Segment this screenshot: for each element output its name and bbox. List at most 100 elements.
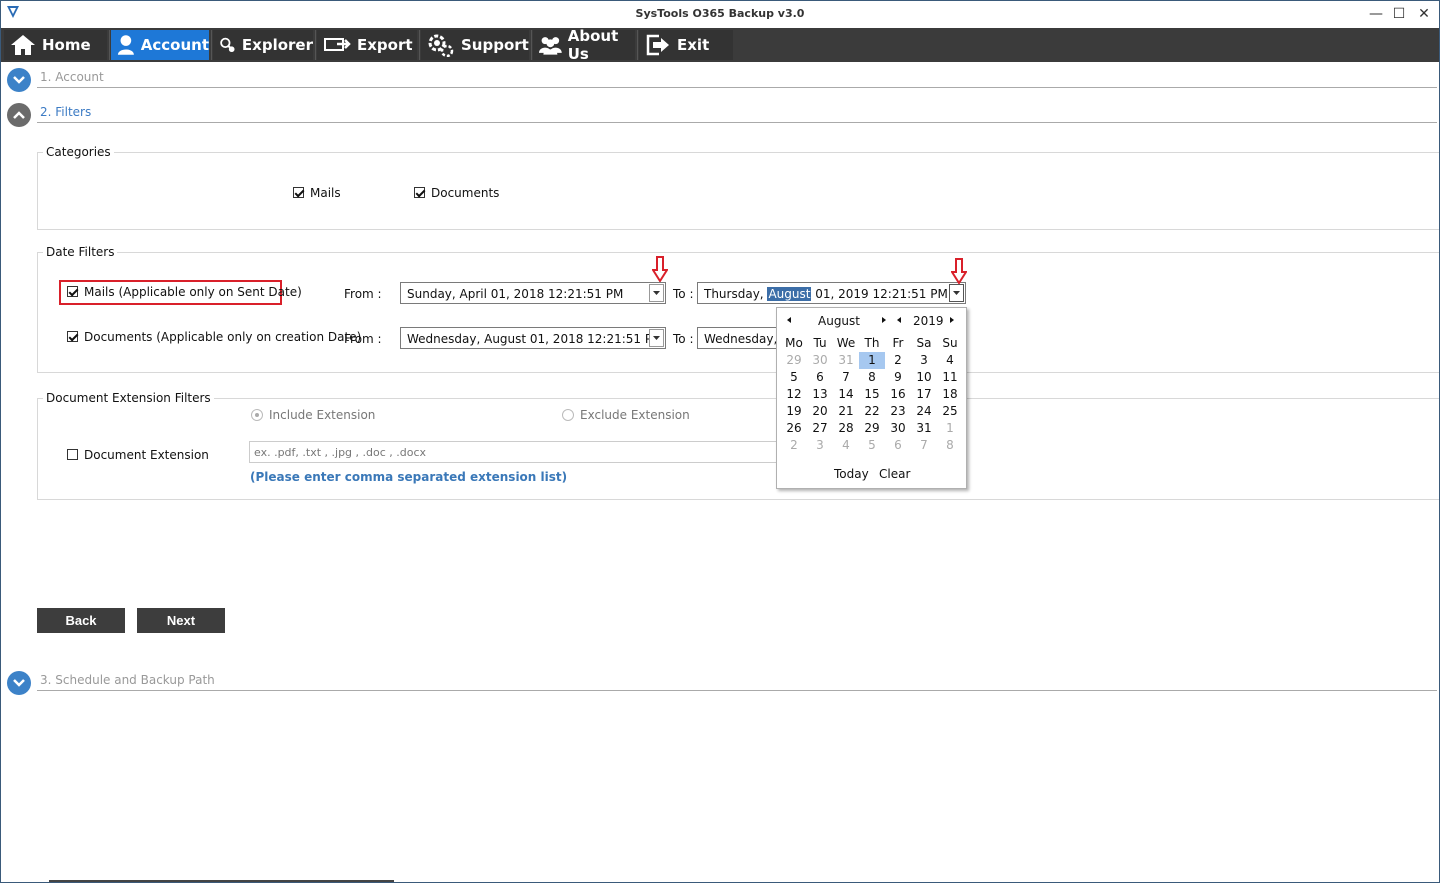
mails-to-date-picker[interactable]: Thursday, August 01, 2019 12:21:51 PM xyxy=(697,282,966,304)
exclude-extension-label: Exclude Extension xyxy=(580,408,690,422)
calendar-day[interactable]: 22 xyxy=(859,403,885,420)
calendar-day[interactable]: 31 xyxy=(833,352,859,369)
calendar-day[interactable]: 31 xyxy=(911,420,937,437)
today-button[interactable]: Today xyxy=(834,467,869,481)
calendar-day[interactable]: 19 xyxy=(781,403,807,420)
document-extension-checkbox[interactable] xyxy=(67,449,78,460)
documents-from-date-picker[interactable]: Wednesday, August 01, 2018 12:21:51 PM xyxy=(400,327,666,349)
title-bar: SysTools O365 Backup v3.0 — ☐ ✕ xyxy=(1,1,1439,28)
calendar-day[interactable]: 14 xyxy=(833,386,859,403)
documents-date-filter-checkbox[interactable] xyxy=(67,331,78,342)
calendar-day[interactable]: 7 xyxy=(911,437,937,454)
calendar-day[interactable]: 10 xyxy=(911,369,937,386)
home-icon xyxy=(11,35,35,55)
calendar-day[interactable]: 8 xyxy=(859,369,885,386)
menu-explorer[interactable]: Explorer xyxy=(213,30,313,60)
export-icon xyxy=(324,38,351,51)
next-button[interactable]: Next xyxy=(137,608,225,633)
close-button[interactable]: ✕ xyxy=(1411,3,1437,25)
calendar-day[interactable]: 17 xyxy=(911,386,937,403)
calendar-popup: August 2019 Mo Tu We Th Fr Sa Su 29 30 31 1 2 3 4 5 6 7… xyxy=(776,307,967,489)
documents-from-dropdown-button[interactable] xyxy=(649,329,664,347)
maximize-button[interactable]: ☐ xyxy=(1386,3,1412,25)
calendar-day[interactable]: 1 xyxy=(859,352,885,369)
calendar-day[interactable]: 12 xyxy=(781,386,807,403)
calendar-day[interactable]: 27 xyxy=(807,420,833,437)
step-account-label[interactable]: 1. Account xyxy=(40,70,104,84)
calendar-day[interactable]: 21 xyxy=(833,403,859,420)
red-arrow-down-icon xyxy=(951,258,967,284)
calendar-day[interactable]: 11 xyxy=(937,369,963,386)
window-title: SysTools O365 Backup v3.0 xyxy=(635,7,805,20)
calendar-day[interactable]: 6 xyxy=(807,369,833,386)
calendar-day[interactable]: 8 xyxy=(937,437,963,454)
step-filters-label[interactable]: 2. Filters xyxy=(40,105,91,119)
calendar-day[interactable]: 2 xyxy=(885,352,911,369)
mails-from-dropdown-button[interactable] xyxy=(649,284,664,302)
menu-support-label: Support xyxy=(461,36,529,54)
next-month-icon[interactable] xyxy=(880,315,888,325)
exclude-extension-radio[interactable] xyxy=(562,409,574,421)
calendar-week-row: 5 6 7 8 9 10 11 xyxy=(781,369,964,386)
extension-list-input[interactable] xyxy=(249,441,779,463)
calendar-day[interactable]: 3 xyxy=(911,352,937,369)
calendar-day[interactable]: 20 xyxy=(807,403,833,420)
step-schedule-label[interactable]: 3. Schedule and Backup Path xyxy=(40,673,215,687)
calendar-day[interactable]: 13 xyxy=(807,386,833,403)
prev-year-icon[interactable] xyxy=(895,315,903,325)
calendar-day[interactable]: 23 xyxy=(885,403,911,420)
calendar-day[interactable]: 16 xyxy=(885,386,911,403)
calendar-day[interactable]: 28 xyxy=(833,420,859,437)
calendar-day[interactable]: 30 xyxy=(807,352,833,369)
menu-exit[interactable]: Exit xyxy=(639,30,733,60)
calendar-day[interactable]: 26 xyxy=(781,420,807,437)
menu-about-us[interactable]: About Us xyxy=(533,27,635,63)
documents-category-label: Documents xyxy=(431,186,500,200)
menu-account[interactable]: Account xyxy=(111,30,209,60)
calendar-week-row: 26 27 28 29 30 31 1 xyxy=(781,420,964,437)
calendar-day[interactable]: 1 xyxy=(937,420,963,437)
calendar-day[interactable]: 4 xyxy=(833,437,859,454)
calendar-day[interactable]: 7 xyxy=(833,369,859,386)
clear-button[interactable]: Clear xyxy=(879,467,910,481)
calendar-day[interactable]: 15 xyxy=(859,386,885,403)
calendar-day[interactable]: 25 xyxy=(937,403,963,420)
calendar-day[interactable]: 18 xyxy=(937,386,963,403)
weekday-label: Th xyxy=(864,336,880,350)
calendar-day[interactable]: 6 xyxy=(885,437,911,454)
menu-separator xyxy=(637,30,638,60)
calendar-day[interactable]: 2 xyxy=(781,437,807,454)
about-us-icon xyxy=(539,37,562,55)
calendar-week-row: 2345678 xyxy=(781,437,964,454)
step-filters-collapse-button[interactable] xyxy=(7,103,31,127)
calendar-day[interactable]: 24 xyxy=(911,403,937,420)
calendar-day[interactable]: 9 xyxy=(885,369,911,386)
calendar-day[interactable]: 29 xyxy=(859,420,885,437)
step-account-expand-button[interactable] xyxy=(7,68,31,92)
documents-to-label: To : xyxy=(673,332,694,346)
calendar-day[interactable]: 4 xyxy=(937,352,963,369)
calendar-day[interactable]: 30 xyxy=(885,420,911,437)
calendar-month[interactable]: August xyxy=(818,314,860,328)
next-year-icon[interactable] xyxy=(948,315,956,325)
menu-home[interactable]: Home xyxy=(4,30,107,60)
back-button[interactable]: Back xyxy=(37,608,125,633)
calendar-day[interactable]: 29 xyxy=(781,352,807,369)
documents-category-checkbox[interactable] xyxy=(414,187,425,198)
mails-date-filter-checkbox[interactable] xyxy=(67,286,78,297)
categories-title: Categories xyxy=(43,145,114,159)
calendar-day[interactable]: 5 xyxy=(781,369,807,386)
calendar-year[interactable]: 2019 xyxy=(913,314,944,328)
step-schedule-expand-button[interactable] xyxy=(7,671,31,695)
mails-to-dropdown-button[interactable] xyxy=(949,284,964,302)
documents-from-date-value: Wednesday, August 01, 2018 12:21:51 PM xyxy=(407,332,663,346)
mails-from-date-picker[interactable]: Sunday, April 01, 2018 12:21:51 PM xyxy=(400,282,666,304)
menu-export[interactable]: Export xyxy=(317,30,417,60)
menu-support[interactable]: Support xyxy=(421,30,529,60)
calendar-day[interactable]: 5 xyxy=(859,437,885,454)
calendar-day[interactable]: 3 xyxy=(807,437,833,454)
include-extension-radio[interactable] xyxy=(251,409,263,421)
caret-down-icon xyxy=(953,291,960,295)
prev-month-icon[interactable] xyxy=(785,315,793,325)
mails-category-checkbox[interactable] xyxy=(293,187,304,198)
